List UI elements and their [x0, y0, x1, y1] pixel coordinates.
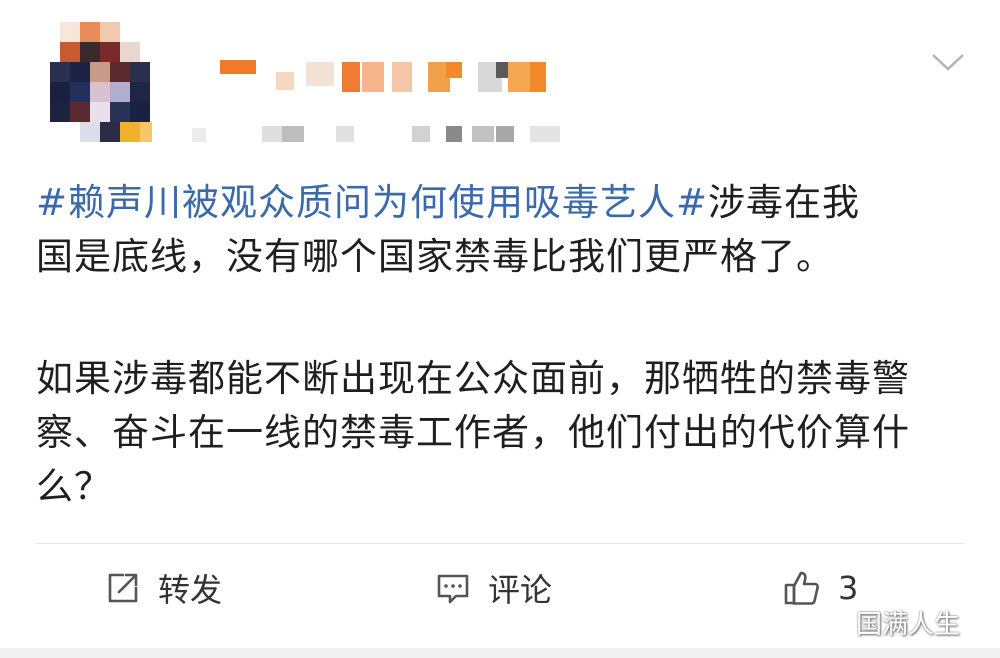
divider [36, 543, 964, 544]
share-icon [108, 573, 138, 603]
hashtag-link[interactable]: #赖声川被观众质问为何使用吸毒艺人# [36, 181, 708, 224]
comment-icon [437, 574, 469, 604]
post-content: #赖声川被观众质问为何使用吸毒艺人#涉毒在我 国是底线，没有哪个国家禁毒比我们更… [36, 176, 966, 284]
thumbs-up-icon [784, 571, 819, 605]
comment-label: 评论 [488, 571, 553, 609]
watermark-text: 国满人生 [856, 610, 961, 640]
avatar[interactable] [40, 22, 160, 142]
comment-button[interactable]: 评论 [434, 566, 552, 610]
like-button[interactable]: 3 [782, 566, 858, 610]
post-paragraph-2: 如果涉毒都能不断出现在公众面前，那牺牲的禁毒警察、奋斗在一线的禁毒工作者，他们付… [36, 357, 910, 508]
like-count: 3 [838, 569, 859, 607]
forward-label: 转发 [158, 571, 223, 609]
bottom-strip [0, 648, 1000, 658]
post-text-line2: 国是底线，没有哪个国家禁毒比我们更严格了。 [36, 235, 834, 278]
chevron-down-icon[interactable] [930, 50, 966, 74]
post-text-line1: 涉毒在我 [708, 181, 861, 224]
forward-button[interactable]: 转发 [104, 566, 222, 610]
weibo-post-card: #赖声川被观众质问为何使用吸毒艺人#涉毒在我 国是底线，没有哪个国家禁毒比我们更… [0, 0, 1000, 658]
